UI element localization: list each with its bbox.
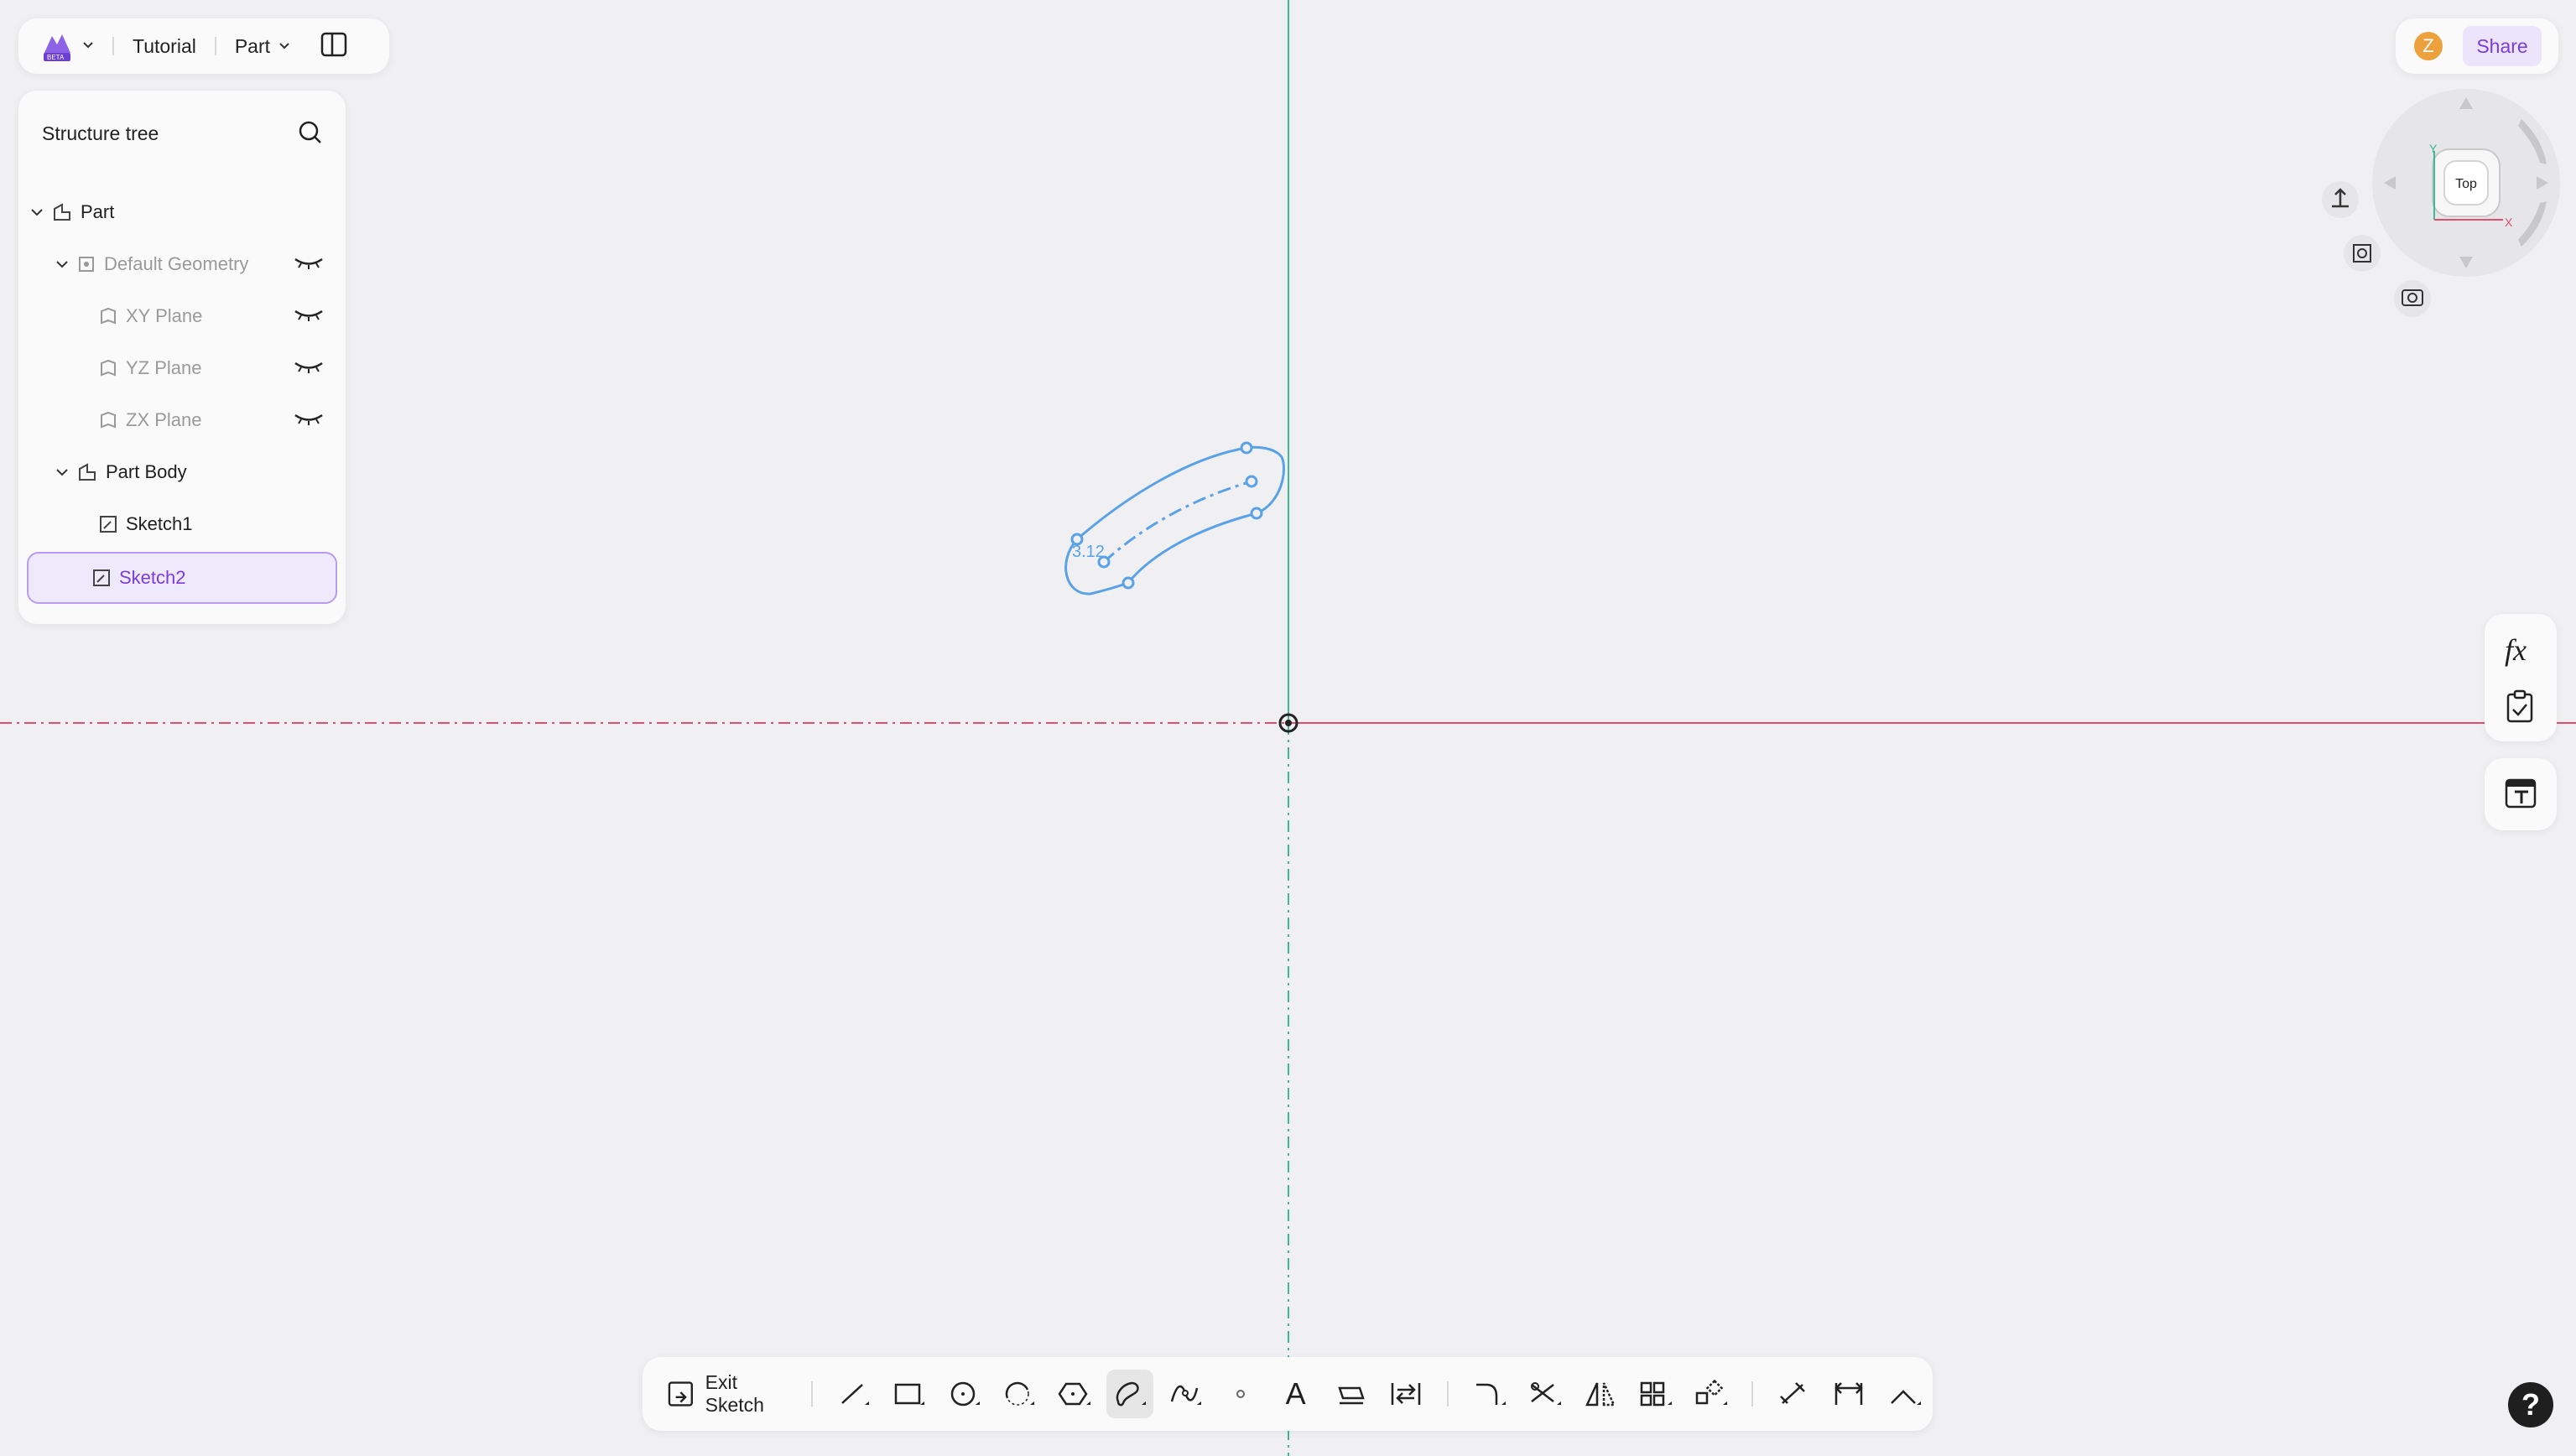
text-tool-icon[interactable]: A [1272, 1370, 1319, 1418]
tree-item-default-geometry[interactable]: Default Geometry [27, 240, 337, 289]
sketch-canvas[interactable]: 3.12 [0, 0, 2576, 1456]
share-button[interactable]: Share [2463, 26, 2542, 66]
top-bar: BETA Tutorial Part [18, 18, 389, 74]
view-cube-face-label: Top [2455, 177, 2477, 191]
tree-item-label: Part [81, 201, 115, 222]
exit-sketch-button[interactable]: Exit Sketch [668, 1371, 798, 1417]
trim-tool-icon[interactable] [1522, 1370, 1569, 1418]
pattern-tool-icon[interactable] [1632, 1370, 1679, 1418]
tree-item-sketch1[interactable]: Sketch1 [27, 500, 337, 549]
dimension-tool-icon[interactable] [1826, 1370, 1873, 1418]
body-icon [79, 463, 96, 481]
chevron-down-icon [31, 209, 43, 216]
plane-icon [101, 307, 116, 325]
arc-tool-icon[interactable] [997, 1370, 1043, 1418]
account-panel: Z Share [2396, 18, 2558, 74]
sketch-icon [100, 516, 117, 533]
search-icon[interactable] [297, 119, 324, 150]
axis-y-label: Y [2429, 142, 2438, 155]
structure-tree-title: Structure tree [42, 122, 159, 144]
circle-tool-icon[interactable] [941, 1370, 988, 1418]
document-name[interactable]: Tutorial [133, 35, 196, 58]
hidden-eye-icon[interactable] [294, 409, 324, 431]
help-button[interactable]: ? [2508, 1382, 2553, 1427]
polygon-tool-icon[interactable] [1051, 1370, 1098, 1418]
constraint-tool-icon[interactable] [1881, 1370, 1928, 1418]
project-tool-icon[interactable] [1328, 1370, 1375, 1418]
right-tools-panel: fx [2485, 614, 2557, 741]
hidden-eye-icon[interactable] [294, 253, 324, 275]
tree-item-label: Default Geometry [104, 253, 249, 274]
table-icon[interactable] [2505, 778, 2537, 813]
rectangle-tool-icon[interactable] [886, 1370, 933, 1418]
slot-tool-icon[interactable] [1106, 1370, 1154, 1418]
spline-tool-icon[interactable] [1162, 1370, 1209, 1418]
display-mode-icon[interactable] [2394, 280, 2431, 317]
part-icon [54, 203, 70, 221]
construction-tool-icon[interactable] [1771, 1370, 1818, 1418]
right-tools-panel-2 [2485, 758, 2557, 830]
mirror-tool-icon[interactable] [1577, 1370, 1624, 1418]
sketch-toolbar: Exit Sketch A [643, 1357, 1933, 1431]
line-tool-icon[interactable] [830, 1370, 877, 1418]
fillet-tool-icon[interactable] [1466, 1370, 1513, 1418]
exit-sketch-label: Exit Sketch [705, 1371, 764, 1416]
tree-item-yz-plane[interactable]: YZ Plane [27, 344, 337, 393]
tree-item-label: Sketch1 [126, 513, 193, 534]
app-menu-chevron-icon[interactable] [82, 39, 94, 54]
hidden-eye-icon[interactable] [294, 357, 324, 379]
chevron-down-icon [279, 43, 289, 49]
app-logo-icon[interactable]: BETA [40, 29, 75, 63]
mode-label: Part [234, 34, 271, 57]
fit-view-icon[interactable] [2344, 235, 2381, 272]
tree-item-part[interactable]: Part [27, 188, 337, 237]
formula-icon[interactable]: fx [2505, 632, 2527, 668]
tree-item-xy-plane[interactable]: XY Plane [27, 292, 337, 341]
exit-sketch-icon [668, 1381, 694, 1407]
tree-item-label: YZ Plane [126, 357, 202, 378]
tree-item-label: Part Body [106, 461, 187, 482]
hidden-eye-icon[interactable] [294, 305, 324, 327]
slot-sketch [1064, 441, 1285, 595]
geometry-icon [79, 257, 94, 272]
structure-tree-panel: Structure tree Part Default Geometry XY … [18, 91, 346, 624]
sketch-icon [93, 569, 110, 586]
plane-icon [101, 359, 116, 377]
tree-item-label: Sketch2 [119, 567, 186, 588]
avatar[interactable]: Z [2414, 32, 2443, 60]
point-tool-icon[interactable] [1217, 1370, 1264, 1418]
mode-dropdown[interactable]: Part [235, 35, 290, 58]
tree-item-part-body[interactable]: Part Body [27, 448, 337, 497]
transform-tool-icon[interactable] [1688, 1370, 1735, 1418]
view-navigator: Top Y X [2312, 89, 2563, 324]
tree-item-sketch2[interactable]: Sketch2 [27, 552, 337, 604]
plane-icon [101, 411, 116, 429]
tree-item-label: ZX Plane [126, 409, 202, 430]
chevron-down-icon [56, 469, 68, 476]
toggle-panel-icon[interactable] [320, 32, 347, 61]
dimension-label: 3.12 [1072, 543, 1105, 561]
offset-tool-icon[interactable] [1382, 1370, 1429, 1418]
axis-x-label: X [2505, 216, 2513, 229]
svg-text:BETA: BETA [47, 54, 65, 61]
checklist-icon[interactable] [2505, 689, 2535, 727]
tree-item-zx-plane[interactable]: ZX Plane [27, 396, 337, 445]
chevron-down-icon [56, 261, 68, 268]
sketch-normal-icon[interactable] [2322, 181, 2359, 218]
tree-item-label: XY Plane [126, 305, 203, 326]
